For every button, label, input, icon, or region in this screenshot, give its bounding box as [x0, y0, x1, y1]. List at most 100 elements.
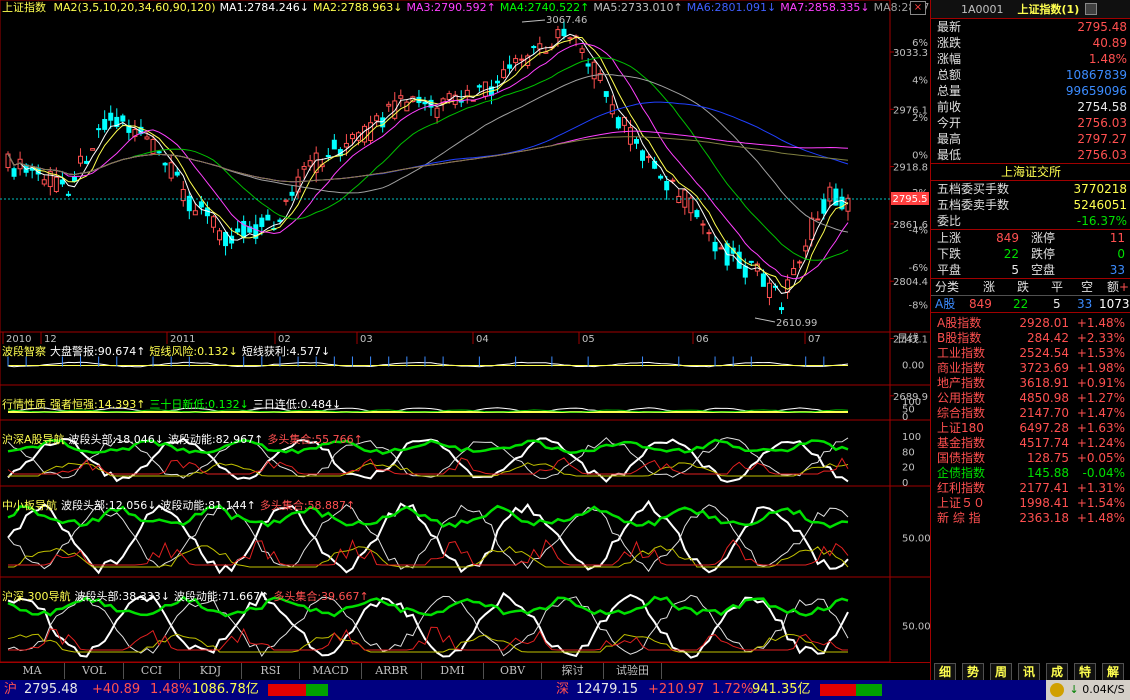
- scroll-icon[interactable]: [1085, 3, 1098, 15]
- indicator-value: 大盘警报:90.674↑: [50, 345, 146, 358]
- candle-body: [513, 58, 519, 64]
- ma6-line: [7, 101, 849, 183]
- tab-0[interactable]: MA: [0, 663, 65, 679]
- index-price: 2928.01: [1019, 316, 1069, 330]
- tab-9[interactable]: 探讨: [542, 663, 604, 679]
- sz-amount: 941.35亿: [752, 682, 811, 697]
- index-row[interactable]: 红利指数 2177.41 +1.31%: [931, 481, 1130, 496]
- candle-body: [494, 80, 500, 84]
- class-header-cell: 涨: [983, 280, 996, 294]
- panel-tab-6[interactable]: 解: [1102, 663, 1124, 681]
- index-name: 公用指数: [937, 391, 986, 405]
- panel-tab-0[interactable]: 细: [934, 663, 956, 681]
- candle-body: [343, 142, 349, 148]
- indicator-value: 多头集合:55.766↑: [267, 433, 363, 446]
- index-row[interactable]: B股指数 284.42 +2.33%: [931, 331, 1130, 346]
- indicator-header: 行情性质 强者恒强:14.393↑ 三十日新低:0.132↓ 三日连低:0.484↓: [2, 398, 345, 412]
- indicator-value: 波段智察: [2, 345, 46, 358]
- candle-body: [561, 28, 567, 37]
- close-button[interactable]: ×: [910, 1, 926, 15]
- tab-7[interactable]: DMI: [422, 663, 484, 679]
- low-pointer: [754, 317, 776, 323]
- order-row: 委比 -16.37%: [931, 213, 1130, 229]
- quote-row: 涨幅 1.48%: [931, 51, 1130, 67]
- panel-tab-1[interactable]: 势: [962, 663, 984, 681]
- quote-value: 2756.03: [1077, 148, 1127, 162]
- index-name: 上证180: [937, 421, 984, 435]
- stat-value: 0: [1117, 247, 1125, 261]
- tab-2[interactable]: CCI: [124, 663, 180, 679]
- ma-legend-item: MA4:2740.522↑: [499, 1, 590, 14]
- candle-body: [198, 201, 204, 208]
- candle-body: [633, 139, 639, 144]
- index-row[interactable]: 上证180 6497.28 +1.63%: [931, 421, 1130, 436]
- ma3-line: [7, 42, 849, 280]
- sz-pct: 1.72%: [712, 682, 754, 697]
- panel-tab-4[interactable]: 成: [1046, 663, 1068, 681]
- stat-label: 下跌: [937, 247, 962, 261]
- indicator-tick-label: 50.00: [902, 622, 930, 633]
- indicator-value: 波段动能:82.967↑: [167, 433, 264, 446]
- indicator-value: 短线获利:4.577↓: [241, 345, 331, 358]
- index-row[interactable]: 地产指数 3618.91 +0.91%: [931, 376, 1130, 391]
- tab-5[interactable]: MACD: [300, 663, 362, 679]
- sh-label: 沪: [4, 682, 18, 697]
- candle-body: [700, 223, 706, 226]
- tab-10[interactable]: 试验田: [604, 663, 662, 679]
- candle-body: [646, 156, 652, 159]
- candle-body: [265, 214, 271, 221]
- candle-body: [779, 307, 785, 311]
- candle-body: [144, 136, 150, 140]
- index-row[interactable]: 国债指数 128.75 +0.05%: [931, 451, 1130, 466]
- stat-value: 11: [1109, 231, 1125, 245]
- tab-6[interactable]: ARBR: [362, 663, 422, 679]
- quote-row: 涨跌 40.89: [931, 35, 1130, 51]
- ma-legend-item: MA7:2858.335↓: [780, 1, 870, 14]
- index-row[interactable]: A股指数 2928.01 +1.48%: [931, 316, 1130, 331]
- stat-value: 33: [1109, 263, 1125, 277]
- pct-tick-label: -8%: [909, 301, 928, 312]
- class-row[interactable]: A股 849 22 5 33 1073: [931, 295, 1130, 312]
- panel-tab-5[interactable]: 特: [1074, 663, 1096, 681]
- panel-tab-3[interactable]: 讯: [1018, 663, 1040, 681]
- index-change: -0.04%: [1082, 466, 1125, 480]
- tab-1[interactable]: VOL: [65, 663, 124, 679]
- index-price: 284.42: [1027, 331, 1069, 345]
- index-change: +2.33%: [1076, 331, 1125, 345]
- candle-body: [712, 241, 718, 252]
- main-chart-area[interactable]: 3033.3 2976.1 2918.8 2861.6 2804.4 2747.1 2689…: [0, 0, 963, 700]
- candle-body: [579, 48, 585, 53]
- index-row[interactable]: 企债指数 145.88 -0.04%: [931, 466, 1130, 481]
- network-status[interactable]: ↓ 0.04K/S: [1046, 680, 1130, 700]
- quote-row: 最高 2797.27: [931, 131, 1130, 147]
- chart-canvas[interactable]: 3033.32976.12918.82861.62804.42747.12689…: [0, 0, 930, 662]
- network-icon: [1050, 683, 1064, 697]
- index-row[interactable]: 工业指数 2524.54 +1.53%: [931, 346, 1130, 361]
- pct-tick-label: -4%: [909, 226, 928, 237]
- candle-body: [192, 210, 198, 216]
- order-value: 3770218: [1073, 182, 1127, 196]
- quote-label: 今开: [937, 116, 962, 130]
- index-row[interactable]: 基金指数 4517.74 +1.24%: [931, 436, 1130, 451]
- pct-tick-label: 0%: [912, 151, 928, 162]
- index-price: 2524.54: [1019, 346, 1069, 360]
- period-label: 日线: [897, 331, 919, 345]
- index-row[interactable]: 新 综 指 2363.18 +1.48%: [931, 511, 1130, 526]
- tab-8[interactable]: OBV: [484, 663, 542, 679]
- index-row[interactable]: 上证５０ 1998.41 +1.54%: [931, 496, 1130, 511]
- tab-4[interactable]: RSI: [242, 663, 300, 679]
- date-tick-label: 12: [44, 334, 57, 345]
- index-name: 商业指数: [937, 361, 986, 375]
- panel-tab-2[interactable]: 周: [990, 663, 1012, 681]
- index-row[interactable]: 商业指数 3723.69 +1.98%: [931, 361, 1130, 376]
- index-name: 上证５０: [937, 496, 986, 510]
- market-stat-row: 上涨 849 涨停 11: [931, 230, 1130, 246]
- tab-3[interactable]: KDJ: [180, 663, 242, 679]
- index-row[interactable]: 综合指数 2147.70 +1.47%: [931, 406, 1130, 421]
- expand-icon[interactable]: +: [1119, 279, 1129, 295]
- indicator-line-thin: [7, 594, 849, 658]
- index-row[interactable]: 公用指数 4850.98 +1.27%: [931, 391, 1130, 406]
- candle-body: [748, 260, 754, 263]
- indicator-tick-label: 0: [902, 412, 908, 423]
- ma-legend-item: MA1:2784.246↓: [219, 1, 309, 14]
